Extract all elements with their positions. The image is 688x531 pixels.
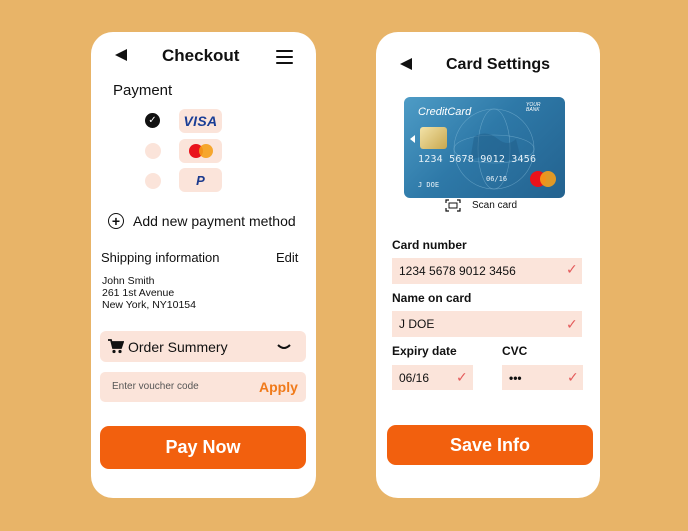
chevron-down-icon <box>277 344 291 349</box>
name-on-card-input[interactable]: J DOE <box>399 317 434 331</box>
page-title: Card Settings <box>446 56 551 73</box>
check-mark-icon: ✓ <box>566 316 578 332</box>
card-mastercard-icon <box>530 171 557 187</box>
back-arrow-icon[interactable] <box>400 58 412 70</box>
order-summary-dropdown[interactable]: Order Summery <box>100 331 306 362</box>
payment-label: Payment <box>113 82 173 99</box>
pay-now-button[interactable]: Pay Now <box>100 426 306 469</box>
edit-shipping-link[interactable]: Edit <box>276 250 298 265</box>
shipping-info-label: Shipping information <box>101 250 220 265</box>
cart-icon <box>108 339 124 354</box>
card-number-field[interactable]: 1234 5678 9012 3456 <box>392 258 582 284</box>
card-number-label: Card number <box>392 238 467 252</box>
paypal-option[interactable]: P <box>179 168 222 192</box>
scan-icon[interactable] <box>445 199 461 212</box>
paypal-logo: P <box>196 172 205 188</box>
check-mark-icon: ✓ <box>567 369 579 385</box>
scan-card-link[interactable]: Scan card <box>472 200 517 211</box>
card-holder-text: J DOE <box>418 181 440 189</box>
card-settings-screen: Card Settings CreditCard YOUR BANK 1234 … <box>376 32 600 498</box>
menu-icon[interactable] <box>276 50 293 68</box>
address-line: John Smith <box>102 275 155 287</box>
save-info-button[interactable]: Save Info <box>387 425 593 465</box>
mastercard-option[interactable] <box>179 139 222 163</box>
name-on-card-field[interactable]: J DOE <box>392 311 582 337</box>
unselected-radio-icon[interactable] <box>145 173 161 189</box>
plus-circle-icon[interactable]: + <box>108 213 124 229</box>
card-number-text: 1234 5678 9012 3456 <box>418 154 537 165</box>
apply-voucher-button[interactable]: Apply <box>259 379 298 395</box>
cvc-label: CVC <box>502 344 528 358</box>
card-chip-icon <box>420 127 447 149</box>
shipping-address: John Smith 261 1st Avenue New York, NY10… <box>102 275 196 311</box>
card-expiry-text: 06/16 <box>486 175 508 183</box>
check-mark-icon: ✓ <box>456 369 468 385</box>
mastercard-logo-icon <box>188 144 213 158</box>
credit-card-image: CreditCard YOUR BANK 1234 5678 9012 3456… <box>404 97 565 198</box>
check-mark-icon: ✓ <box>566 261 578 277</box>
address-line: 261 1st Avenue <box>102 287 175 299</box>
unselected-radio-icon[interactable] <box>145 143 161 159</box>
visa-logo: VISA <box>183 113 218 129</box>
visa-option[interactable]: VISA <box>179 109 222 133</box>
page-title: Checkout <box>162 46 240 65</box>
checkout-screen: Checkout Payment ✓ VISA P + Add new paym… <box>91 32 316 498</box>
selected-radio-icon[interactable]: ✓ <box>145 113 160 128</box>
back-arrow-icon[interactable] <box>115 49 127 61</box>
cvc-input[interactable]: ••• <box>509 371 522 385</box>
address-line: New York, NY10154 <box>102 299 196 311</box>
card-arrow-icon <box>410 135 415 143</box>
card-number-input[interactable]: 1234 5678 9012 3456 <box>399 264 516 278</box>
card-bank-text: YOUR BANK <box>526 102 541 113</box>
expiry-date-label: Expiry date <box>392 344 457 358</box>
expiry-date-input[interactable]: 06/16 <box>399 371 429 385</box>
voucher-input[interactable]: Enter voucher code <box>112 381 199 392</box>
card-brand-text: CreditCard <box>418 106 472 118</box>
voucher-field[interactable]: Enter voucher code Apply <box>100 372 306 402</box>
add-payment-method-link[interactable]: Add new payment method <box>133 213 296 229</box>
order-summary-label: Order Summery <box>128 339 228 355</box>
name-on-card-label: Name on card <box>392 291 472 305</box>
